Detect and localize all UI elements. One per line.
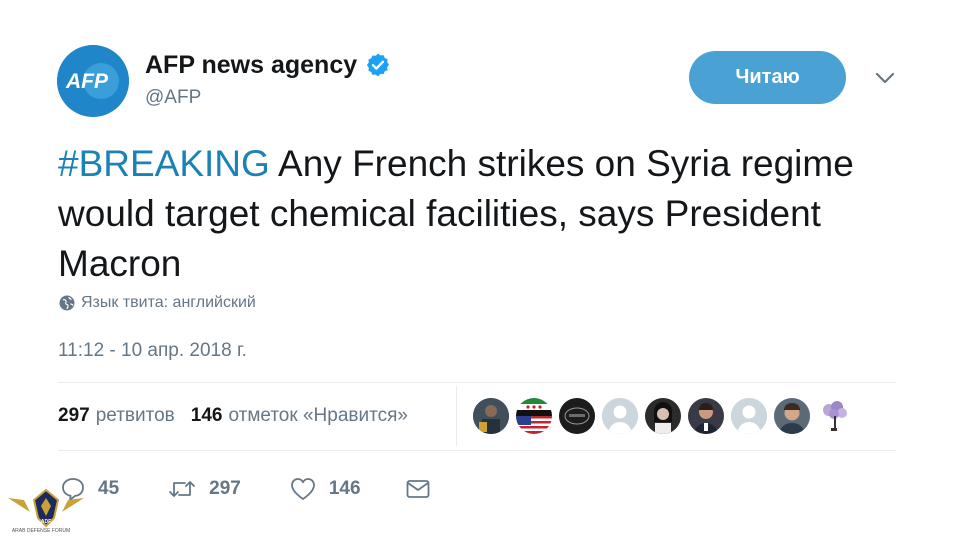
person-photo-icon	[688, 398, 724, 434]
liker-avatar[interactable]	[559, 398, 595, 434]
retweets-stat[interactable]: 297 ретвитов	[58, 405, 175, 427]
display-name[interactable]: AFP news agency	[145, 51, 357, 79]
account-handle[interactable]: @AFP	[145, 87, 201, 109]
likes-label: отметок «Нравится»	[228, 405, 408, 426]
envelope-icon	[406, 480, 429, 498]
tweet-stats: 297 ретвитов 146 отметок «Нравится»	[58, 405, 424, 427]
person-photo-icon	[645, 398, 681, 434]
person-photo-icon	[774, 398, 810, 434]
heart-icon	[290, 478, 315, 500]
reply-count: 45	[98, 478, 120, 499]
tweet-language-note: Язык твита: английский	[59, 294, 256, 312]
account-name-row: AFP news agency	[145, 51, 391, 79]
svg-text:ADF: ADF	[41, 519, 51, 525]
retweets-count: 297	[58, 405, 90, 426]
flags-icon	[516, 398, 552, 434]
tweet-text: #BREAKING Any French strikes on Syria re…	[58, 139, 918, 289]
svg-text:AFP: AFP	[65, 70, 109, 93]
liker-avatar[interactable]	[731, 398, 767, 434]
direct-message-action[interactable]	[405, 478, 443, 500]
verified-badge-icon	[367, 53, 390, 77]
divider	[58, 382, 896, 383]
liker-avatar[interactable]	[817, 398, 853, 434]
retweets-label: ретвитов	[95, 405, 175, 426]
afp-logo-icon: AFP	[57, 45, 129, 117]
hashtag-link[interactable]: #BREAKING	[58, 143, 270, 184]
retweet-icon	[169, 481, 196, 497]
dark-emblem-icon	[559, 398, 595, 434]
chevron-down-icon[interactable]	[874, 70, 896, 86]
language-label: Язык твита: английский	[81, 294, 256, 311]
forum-watermark-text: ARAB DEFENSE FORUM	[11, 528, 71, 534]
person-photo-icon	[473, 398, 509, 434]
liker-avatars	[473, 398, 860, 434]
liker-avatar[interactable]	[688, 398, 724, 434]
account-avatar[interactable]: AFP	[57, 45, 129, 117]
retweet-action[interactable]: 297	[167, 476, 241, 502]
like-count: 146	[328, 478, 361, 499]
globe-icon	[59, 295, 75, 311]
tree-icon	[817, 398, 853, 434]
liker-avatar[interactable]	[774, 398, 810, 434]
divider	[58, 450, 896, 451]
divider	[456, 386, 457, 446]
liker-avatar[interactable]	[645, 398, 681, 434]
retweet-count: 297	[209, 478, 241, 499]
liker-avatar[interactable]	[516, 398, 552, 434]
default-profile-icon	[602, 398, 638, 434]
liker-avatar[interactable]	[602, 398, 638, 434]
tweet-actions: 45 297 146	[60, 476, 491, 502]
following-button[interactable]: Читаю	[689, 51, 846, 104]
likes-stat[interactable]: 146 отметок «Нравится»	[191, 405, 408, 427]
liker-avatar[interactable]	[473, 398, 509, 434]
like-action[interactable]: 146	[289, 476, 361, 502]
likes-count: 146	[190, 405, 223, 426]
tweet-timestamp[interactable]: 11:12 - 10 апр. 2018 г.	[58, 340, 247, 362]
default-profile-icon	[731, 398, 767, 434]
